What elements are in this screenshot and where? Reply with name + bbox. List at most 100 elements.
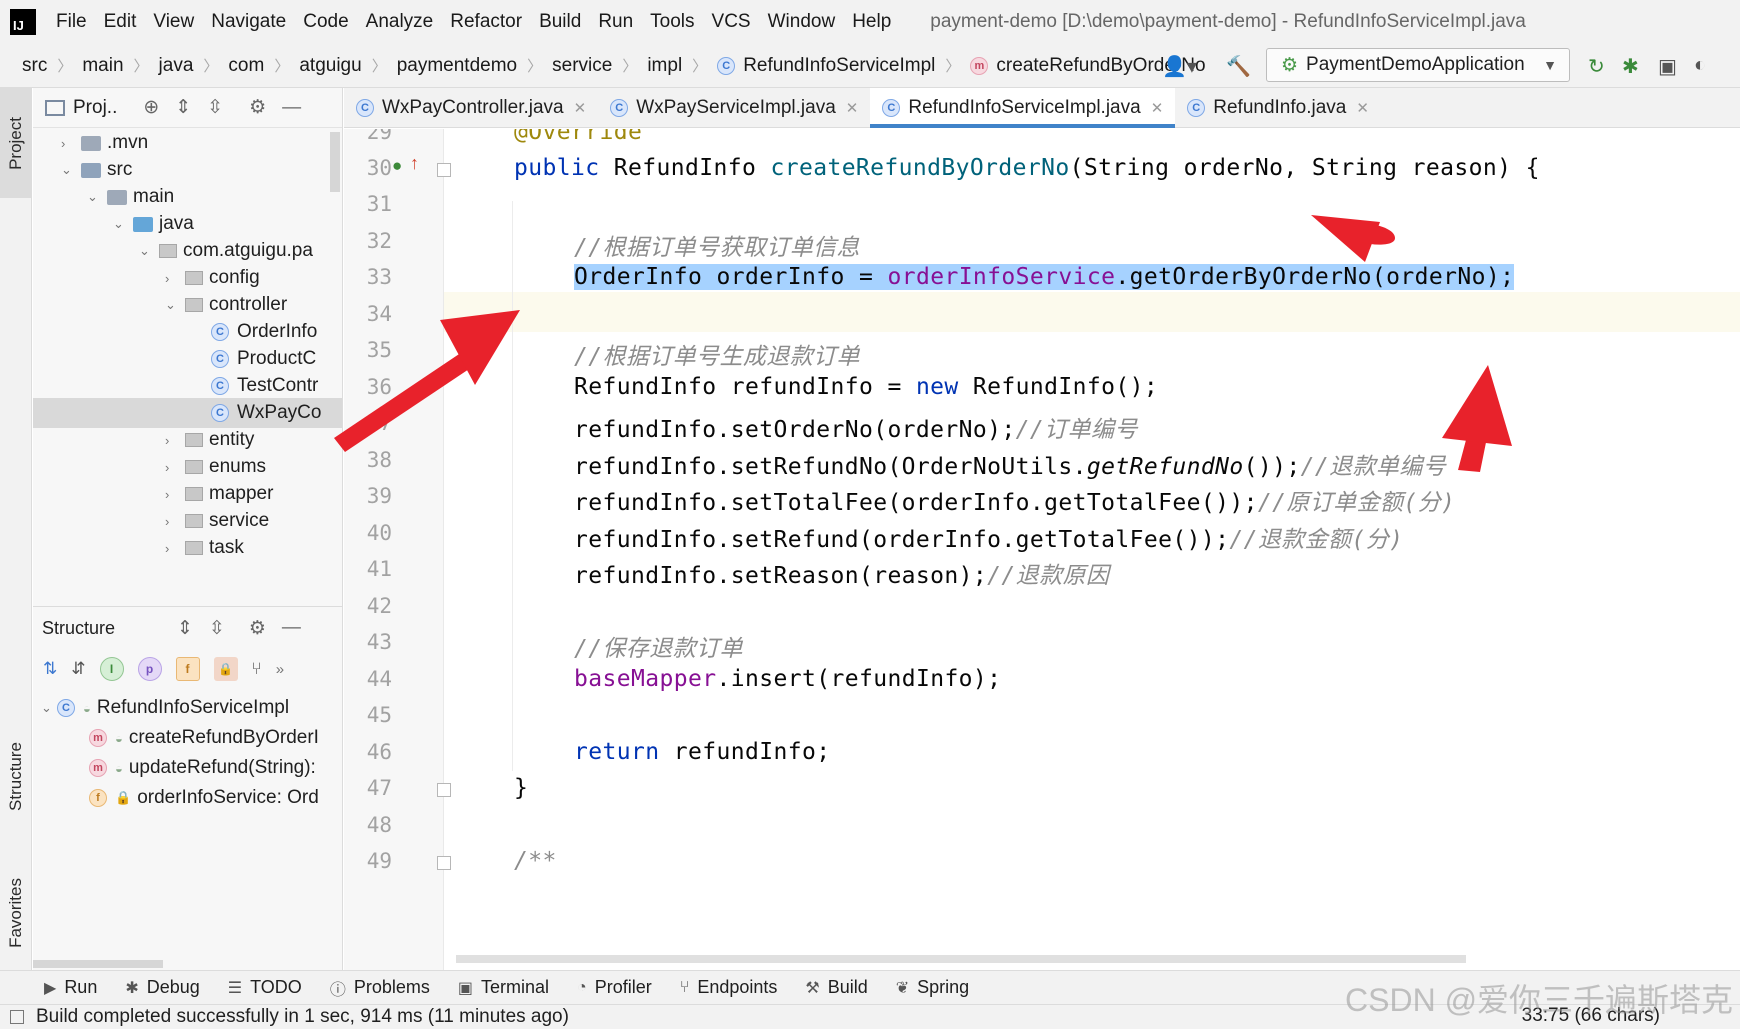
tree-item-config[interactable]: › config: [33, 263, 342, 293]
close-icon[interactable]: ✕: [1356, 99, 1369, 117]
menu-code[interactable]: Code: [303, 11, 348, 33]
sort-alphabetically-icon[interactable]: ⇵: [71, 659, 85, 679]
sort-by-type-icon[interactable]: ⇅: [43, 659, 57, 679]
tree-item-mapper[interactable]: › mapper: [33, 479, 342, 509]
breadcrumb-paymentdemo[interactable]: paymentdemo: [397, 55, 517, 77]
tree-item-main[interactable]: ⌄ main: [33, 182, 342, 212]
toggle-tool-windows-icon[interactable]: [10, 1010, 24, 1024]
close-icon[interactable]: ✕: [574, 99, 587, 117]
show-properties-icon[interactable]: p: [137, 657, 162, 681]
collapse-all-icon[interactable]: ⇳: [209, 617, 225, 640]
menu-help[interactable]: Help: [852, 11, 891, 33]
structure-item-method[interactable]: m ◒ updateRefund(String):: [33, 753, 342, 783]
breadcrumb-main[interactable]: main: [82, 55, 123, 77]
tab-wxpay-service-impl[interactable]: C WxPayServiceImpl.java ✕: [598, 88, 870, 127]
tree-item-service[interactable]: › service: [33, 506, 342, 536]
terminal-tool-button[interactable]: ▣ Terminal: [458, 977, 549, 998]
problems-tool-button[interactable]: ⓘ Problems: [330, 976, 430, 1000]
more-icon[interactable]: »: [276, 661, 284, 678]
endpoints-tool-button[interactable]: ⑂ Endpoints: [680, 977, 778, 998]
fold-icon[interactable]: [437, 163, 451, 177]
structure-item-field[interactable]: f 🔒 orderInfoService: Ord: [33, 783, 342, 813]
collapse-all-icon[interactable]: ⇳: [207, 96, 223, 119]
tree-item-task[interactable]: › task: [33, 533, 342, 563]
build-tool-button[interactable]: ⚒ Build: [805, 977, 867, 998]
tree-item-entity[interactable]: › entity: [33, 425, 342, 455]
breadcrumb-java[interactable]: java: [159, 55, 194, 77]
coverage-icon[interactable]: ▣: [1658, 54, 1677, 79]
code-editor[interactable]: 29 30 31 32 33 34 35 36 37 38 39 40 41 4…: [344, 129, 1740, 970]
fold-icon[interactable]: [437, 783, 451, 797]
tree-scrollbar[interactable]: [330, 132, 340, 192]
user-icon[interactable]: 👤▾: [1162, 54, 1197, 79]
todo-tool-button[interactable]: ☰ TODO: [228, 977, 302, 998]
structure-scrollbar[interactable]: [33, 960, 163, 968]
menu-tools[interactable]: Tools: [650, 11, 694, 33]
tree-item-wxpay-controller[interactable]: C WxPayCo: [33, 398, 342, 428]
implements-method-gutter-icon[interactable]: ●: [392, 156, 402, 176]
override-arrow-up-icon[interactable]: ↑: [410, 153, 419, 174]
breadcrumb-src[interactable]: src: [22, 55, 47, 77]
breadcrumb-atguigu[interactable]: atguigu: [299, 55, 361, 77]
tab-wxpay-controller[interactable]: C WxPayController.java ✕: [344, 88, 598, 127]
debug-icon[interactable]: ✱: [1622, 54, 1639, 79]
tree-item-package-root[interactable]: ⌄ com.atguigu.pa: [33, 236, 342, 266]
expand-all-icon[interactable]: ⇕: [175, 96, 191, 119]
minimize-icon[interactable]: —: [282, 97, 301, 119]
tree-item-java[interactable]: ⌄ java: [33, 209, 342, 239]
menu-window[interactable]: Window: [768, 11, 836, 33]
minimize-icon[interactable]: —: [282, 617, 301, 639]
show-lambdas-icon[interactable]: ⑂: [252, 659, 262, 679]
tree-item-src[interactable]: ⌄ src: [33, 155, 342, 185]
structure-item-method[interactable]: m ◒ createRefundByOrderI: [33, 723, 342, 753]
show-fields-icon[interactable]: f: [175, 657, 200, 681]
menu-vcs[interactable]: VCS: [712, 11, 751, 33]
spring-tool-button[interactable]: ❦ Spring: [896, 977, 969, 998]
menu-run[interactable]: Run: [598, 11, 633, 33]
structure-tool-tab[interactable]: Structure: [0, 716, 32, 836]
gear-icon[interactable]: ⚙: [249, 96, 266, 119]
menu-navigate[interactable]: Navigate: [211, 11, 286, 33]
menu-view[interactable]: View: [153, 11, 194, 33]
fold-icon[interactable]: [437, 856, 451, 870]
run-tool-button[interactable]: ▶ Run: [44, 977, 97, 998]
menu-build[interactable]: Build: [539, 11, 581, 33]
code-line-39: refundInfo.setTotalFee(orderInfo.getTota…: [574, 490, 1456, 516]
profiler-icon[interactable]: ◐: [1694, 54, 1706, 77]
expand-all-icon[interactable]: ⇕: [177, 617, 193, 640]
breadcrumb-service[interactable]: service: [552, 55, 612, 77]
structure-item-class[interactable]: ⌄ C ◒ RefundInfoServiceImpl: [33, 693, 342, 723]
locate-icon[interactable]: ⊕: [143, 96, 159, 119]
tab-refundinfo-service-impl[interactable]: C RefundInfoServiceImpl.java ✕: [870, 88, 1176, 128]
tree-item-controller[interactable]: ⌄ controller: [33, 290, 342, 320]
menu-refactor[interactable]: Refactor: [450, 11, 522, 33]
tree-item-test-controller[interactable]: C TestContr: [33, 371, 342, 401]
status-message[interactable]: Build completed successfully in 1 sec, 9…: [36, 1006, 569, 1028]
rerun-icon[interactable]: ↻: [1588, 54, 1605, 79]
close-icon[interactable]: ✕: [846, 99, 859, 117]
breadcrumb-class[interactable]: C RefundInfoServiceImpl: [717, 55, 935, 77]
run-configuration-select[interactable]: ⚙ PaymentDemoApplication ▼: [1266, 48, 1570, 82]
editor-horizontal-scrollbar[interactable]: [456, 955, 1466, 963]
debug-tool-button[interactable]: ✱ Debug: [125, 977, 199, 998]
tree-item-product-controller[interactable]: C ProductC: [33, 344, 342, 374]
show-inherited-icon[interactable]: I: [99, 657, 124, 681]
breadcrumb-impl[interactable]: impl: [647, 55, 682, 77]
show-non-public-icon[interactable]: 🔒: [213, 657, 238, 681]
build-hammer-icon[interactable]: 🔨: [1226, 54, 1251, 79]
tree-item-mvn[interactable]: › .mvn: [33, 128, 342, 158]
menu-analyze[interactable]: Analyze: [366, 11, 434, 33]
tab-refundinfo[interactable]: C RefundInfo.java ✕: [1175, 88, 1381, 127]
tree-item-enums[interactable]: › enums: [33, 452, 342, 482]
tree-item-orderinfo-controller[interactable]: C OrderInfo: [33, 317, 342, 347]
close-icon[interactable]: ✕: [1151, 99, 1164, 117]
project-view-selector[interactable]: Proj..: [73, 97, 117, 119]
gear-icon[interactable]: ⚙: [249, 617, 266, 640]
profiler-tool-button[interactable]: ◔ Profiler: [577, 977, 652, 998]
editor-gutter[interactable]: 29 30 31 32 33 34 35 36 37 38 39 40 41 4…: [344, 129, 451, 970]
favorites-tool-tab[interactable]: Favorites: [0, 858, 32, 968]
menu-edit[interactable]: Edit: [104, 11, 137, 33]
breadcrumb-com[interactable]: com: [228, 55, 264, 77]
menu-file[interactable]: File: [56, 11, 87, 33]
project-tool-tab[interactable]: Project: [0, 88, 32, 198]
